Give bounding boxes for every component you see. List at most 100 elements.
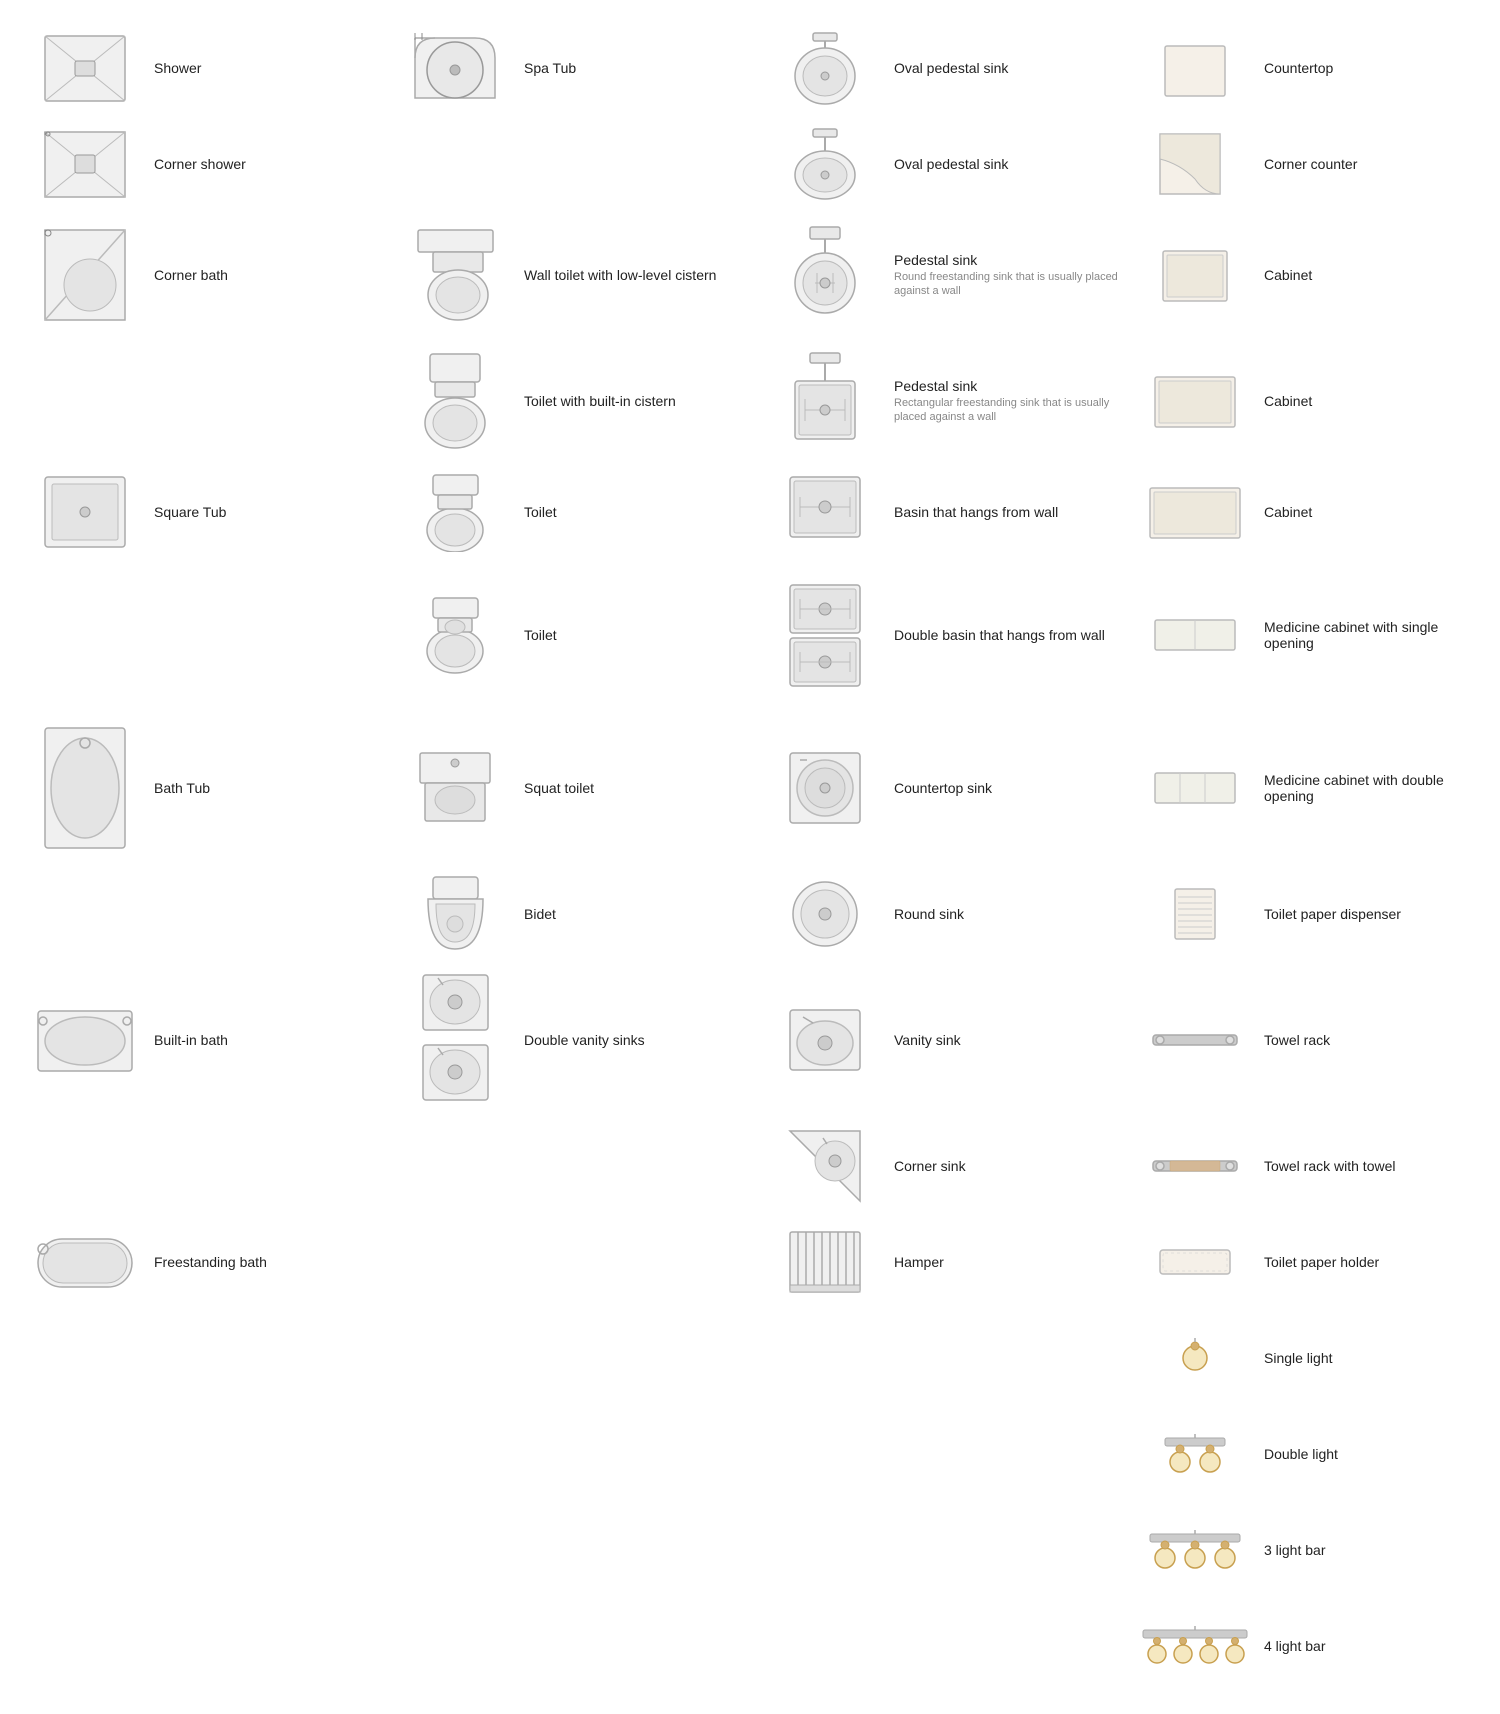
medicine-single-icon	[1140, 595, 1250, 675]
wall-toilet-icon	[400, 220, 510, 330]
towel-rack-towel-label: Towel rack with towel	[1264, 1158, 1396, 1174]
item-empty11	[20, 1406, 390, 1502]
item-toilet-paper: Toilet paper dispenser	[1130, 866, 1500, 962]
hamper-icon	[770, 1222, 880, 1302]
cabinet-3-icon	[1140, 472, 1250, 552]
double-vanity-icon	[400, 970, 510, 1110]
single-light-label: Single light	[1264, 1350, 1333, 1366]
item-cabinet-1: Cabinet	[1130, 212, 1500, 338]
item-square-tub: Square Tub	[20, 464, 390, 560]
oval-sink-2-icon	[770, 124, 880, 204]
item-double-vanity: Double vanity sinks	[390, 962, 760, 1118]
item-3-light-bar: 3 light bar	[1130, 1502, 1500, 1598]
item-empty4	[20, 866, 390, 962]
double-basin-label: Double basin that hangs from wall	[894, 627, 1105, 643]
item-empty5	[20, 1118, 390, 1214]
4-light-bar-label: 4 light bar	[1264, 1638, 1325, 1654]
corner-bath-icon	[30, 220, 140, 330]
countertop-sink-label: Countertop sink	[894, 780, 992, 796]
item-double-light: Double light	[1130, 1406, 1500, 1502]
oval-sink-1-icon	[770, 28, 880, 108]
built-in-bath-label: Built-in bath	[154, 1032, 228, 1048]
item-corner-shower: Corner shower	[20, 116, 390, 212]
item-freestanding-bath: Freestanding bath	[20, 1214, 390, 1310]
medicine-single-label: Medicine cabinet with single opening	[1264, 619, 1490, 651]
item-single-light: Single light	[1130, 1310, 1500, 1406]
item-round-sink: Round sink	[760, 866, 1130, 962]
single-light-icon	[1140, 1318, 1250, 1398]
corner-sink-label: Corner sink	[894, 1158, 966, 1174]
item-squat-toilet: Squat toilet	[390, 710, 760, 866]
item-built-in-bath: Built-in bath	[20, 962, 390, 1118]
pedestal-sink-rect-icon	[770, 346, 880, 456]
item-empty17	[20, 1598, 390, 1694]
item-empty6	[390, 1118, 760, 1214]
item-spa-tub: Spa Tub	[390, 20, 760, 116]
hamper-label: Hamper	[894, 1254, 944, 1270]
item-empty8	[20, 1310, 390, 1406]
square-tub-label: Square Tub	[154, 504, 226, 520]
item-wall-toilet: Wall toilet with low-level cistern	[390, 212, 760, 338]
item-oval-sink-1: Oval pedestal sink	[760, 20, 1130, 116]
square-tub-icon	[30, 472, 140, 552]
toilet-2-icon	[400, 595, 510, 675]
item-toilet-1: Toilet	[390, 464, 760, 560]
item-empty13	[760, 1406, 1130, 1502]
corner-bath-label: Corner bath	[154, 267, 228, 283]
item-hamper: Hamper	[760, 1214, 1130, 1310]
item-vanity-sink: Vanity sink	[760, 962, 1130, 1118]
cabinet-2-icon	[1140, 361, 1250, 441]
item-empty3	[20, 560, 390, 710]
squat-toilet-icon	[400, 748, 510, 828]
item-shower: Shower	[20, 20, 390, 116]
4-light-bar-icon	[1140, 1606, 1250, 1686]
item-empty10	[760, 1310, 1130, 1406]
item-empty16	[760, 1502, 1130, 1598]
item-cabinet-3: Cabinet	[1130, 464, 1500, 560]
round-sink-icon	[770, 874, 880, 954]
item-medicine-single: Medicine cabinet with single opening	[1130, 560, 1500, 710]
pedestal-sink-round-icon	[770, 220, 880, 330]
towel-rack-towel-icon	[1140, 1126, 1250, 1206]
freestanding-bath-label: Freestanding bath	[154, 1254, 267, 1270]
item-cabinet-2: Cabinet	[1130, 338, 1500, 464]
corner-sink-icon	[770, 1126, 880, 1206]
item-toilet-builtin: Toilet with built-in cistern	[390, 338, 760, 464]
cabinet-2-label: Cabinet	[1264, 393, 1312, 409]
bath-tub-icon	[30, 718, 140, 858]
item-toilet-paper-holder: Toilet paper holder	[1130, 1214, 1500, 1310]
double-vanity-label: Double vanity sinks	[524, 1032, 645, 1048]
toilet-paper-label: Toilet paper dispenser	[1264, 906, 1401, 922]
basin-wall-icon	[770, 472, 880, 552]
towel-rack-label: Towel rack	[1264, 1032, 1330, 1048]
item-empty15	[390, 1502, 760, 1598]
item-bidet: Bidet	[390, 866, 760, 962]
item-towel-rack-towel: Towel rack with towel	[1130, 1118, 1500, 1214]
corner-shower-icon	[30, 124, 140, 204]
pedestal-sink-round-label: Pedestal sink Round freestanding sink th…	[894, 252, 1120, 299]
bidet-icon	[400, 874, 510, 954]
item-empty1	[390, 116, 760, 212]
toilet-paper-icon	[1140, 874, 1250, 954]
3-light-bar-icon	[1140, 1510, 1250, 1590]
item-corner-bath: Corner bath	[20, 212, 390, 338]
corner-shower-label: Corner shower	[154, 156, 246, 172]
double-light-icon	[1140, 1414, 1250, 1494]
cabinet-1-icon	[1140, 235, 1250, 315]
item-pedestal-sink-rect: Pedestal sink Rectangular freestanding s…	[760, 338, 1130, 464]
countertop-sink-icon	[770, 748, 880, 828]
pedestal-sink-rect-label: Pedestal sink Rectangular freestanding s…	[894, 378, 1120, 425]
basin-wall-label: Basin that hangs from wall	[894, 504, 1058, 520]
item-corner-sink: Corner sink	[760, 1118, 1130, 1214]
countertop-label: Countertop	[1264, 60, 1333, 76]
toilet-paper-holder-icon	[1140, 1222, 1250, 1302]
item-medicine-double: Medicine cabinet with double opening	[1130, 710, 1500, 866]
toilet-paper-holder-label: Toilet paper holder	[1264, 1254, 1379, 1270]
shower-icon	[30, 28, 140, 108]
cabinet-1-label: Cabinet	[1264, 267, 1312, 283]
toilet-builtin-icon	[400, 346, 510, 456]
oval-sink-1-label: Oval pedestal sink	[894, 60, 1008, 76]
item-bath-tub: Bath Tub	[20, 710, 390, 866]
item-oval-sink-2: Oval pedestal sink	[760, 116, 1130, 212]
item-empty18	[390, 1598, 760, 1694]
